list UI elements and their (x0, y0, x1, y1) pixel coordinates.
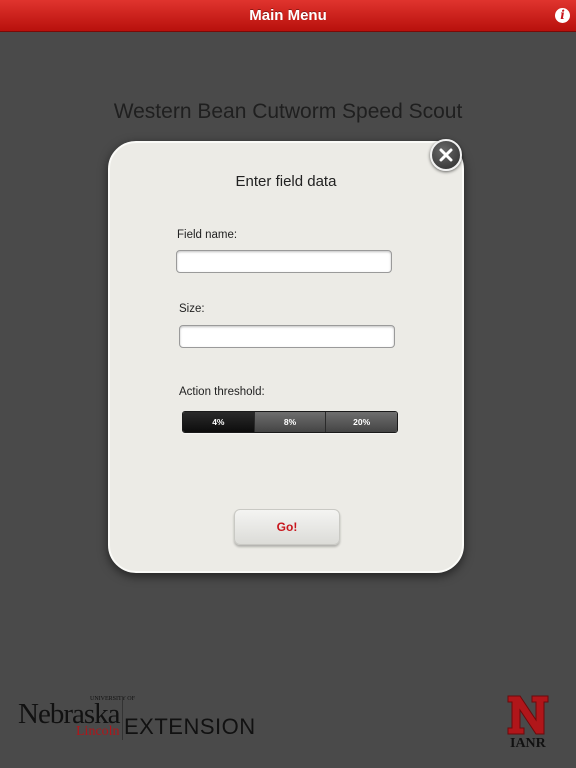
info-icon[interactable]: i (555, 8, 570, 23)
size-label: Size: (179, 303, 205, 315)
main-menu-title[interactable]: Main Menu (0, 0, 576, 32)
close-icon[interactable] (430, 139, 462, 171)
action-threshold-selector: 4% 8% 20% (182, 411, 398, 433)
close-x-glyph (439, 148, 453, 162)
ianr-logo: IANR (506, 694, 554, 754)
university-of-nebraska-lincoln-extension-logo: Nebraska UNIVERSITY OF Lincoln EXTENSION (18, 694, 255, 744)
page-title: Western Bean Cutworm Speed Scout (113, 100, 463, 123)
size-input[interactable] (179, 325, 395, 348)
nebraska-n-icon (507, 695, 549, 735)
field-name-input[interactable] (176, 250, 392, 273)
dialog-title: Enter field data (235, 173, 337, 190)
threshold-option-4[interactable]: 4% (183, 412, 254, 432)
ianr-text: IANR (510, 736, 546, 751)
threshold-option-20[interactable]: 20% (325, 412, 397, 432)
go-button[interactable]: Go! (234, 509, 340, 545)
action-threshold-label: Action threshold: (179, 386, 265, 398)
field-name-label: Field name: (177, 229, 238, 241)
extension-text: EXTENSION (124, 714, 256, 739)
dialog-panel: Enter field data Field name: Size: Actio… (108, 141, 464, 573)
field-data-dialog: Enter field data Field name: Size: Actio… (108, 139, 464, 573)
top-navigation-bar: Main Menu i (0, 0, 576, 32)
university-of-text: UNIVERSITY OF (90, 696, 135, 702)
lincoln-text: Lincoln (76, 724, 120, 739)
threshold-option-8[interactable]: 8% (253, 412, 326, 432)
logo-divider (122, 696, 123, 740)
